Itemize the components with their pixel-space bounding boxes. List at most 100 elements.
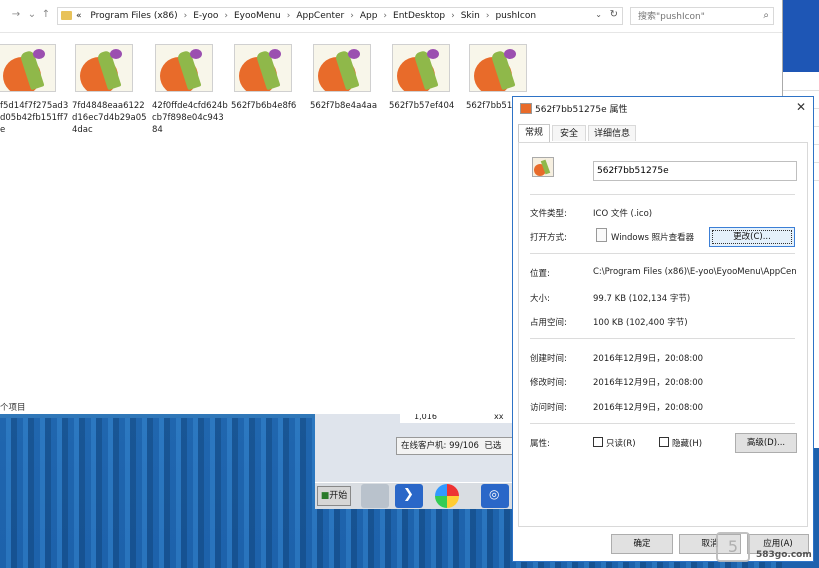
accessed-value: 2016年12月9日，20:08:00 bbox=[593, 403, 704, 413]
breadcrumb-item[interactable]: Program Files (x86) bbox=[90, 11, 177, 21]
file-name: 7fd4848eaa6122d16ec7d4b29a054dac bbox=[72, 101, 147, 135]
location-value: C:\Program Files (x86)\E-yoo\EyooMenu\Ap… bbox=[593, 267, 797, 277]
tab-general[interactable]: 常规 bbox=[518, 124, 550, 142]
disk-size-value: 100 KB (102,400 字节) bbox=[593, 318, 688, 328]
filename-field[interactable] bbox=[593, 161, 797, 181]
file-name: 562f7b57ef404 bbox=[389, 101, 455, 111]
refresh-icon[interactable]: ↻ bbox=[610, 9, 618, 20]
checkbox-box[interactable] bbox=[593, 437, 603, 447]
readonly-checkbox[interactable]: 只读(R) bbox=[593, 437, 636, 449]
status-item-count: 个项目 bbox=[0, 403, 26, 413]
breadcrumb-separator-icon[interactable]: › bbox=[383, 11, 387, 21]
address-dropdown-icon[interactable]: ⌄ bbox=[595, 10, 602, 19]
file-item[interactable]: 562f7b8e4a4aa bbox=[310, 44, 386, 112]
start-button[interactable]: ■开始 bbox=[317, 486, 351, 506]
file-item[interactable]: 42f0ffde4cfd624bcb7f898e04c94384 bbox=[152, 44, 228, 136]
ok-button[interactable]: 确定 bbox=[611, 534, 673, 554]
breadcrumb-separator-icon[interactable]: › bbox=[451, 11, 455, 21]
file-name: f5d14f7f275ad3d05b42fb151ff7e bbox=[0, 101, 69, 135]
file-item[interactable]: f5d14f7f275ad3d05b42fb151ff7e bbox=[0, 44, 71, 136]
breadcrumb-overflow[interactable]: « bbox=[76, 11, 82, 21]
breadcrumb-item[interactable]: App bbox=[360, 11, 378, 21]
ico-file-icon bbox=[520, 103, 532, 114]
watermark-text: 583go.com bbox=[756, 550, 812, 560]
start-icon: ■ bbox=[320, 491, 330, 501]
breadcrumb: « Program Files (x86) › E-yoo › EyooMenu › App… bbox=[76, 8, 536, 24]
site-watermark: 5 583go.com bbox=[716, 528, 816, 564]
breadcrumb-item[interactable]: Skin bbox=[461, 11, 480, 21]
accessed-label: 访问时间: bbox=[530, 403, 567, 413]
file-item[interactable]: 562f7b6b4e8f6 bbox=[231, 44, 307, 112]
divider bbox=[530, 253, 795, 254]
created-label: 创建时间: bbox=[530, 354, 567, 364]
breadcrumb-item[interactable]: EntDesktop bbox=[393, 11, 445, 21]
search-input[interactable] bbox=[636, 9, 760, 25]
breadcrumb-separator-icon[interactable]: › bbox=[287, 11, 291, 21]
back-icon[interactable]: → bbox=[10, 9, 22, 21]
address-bar[interactable]: « Program Files (x86) › E-yoo › EyooMenu › App… bbox=[57, 7, 623, 25]
dialog-title: 562f7bb51275e 属性 bbox=[535, 105, 628, 115]
file-thumbnail bbox=[469, 44, 527, 92]
hidden-checkbox[interactable]: 隐藏(H) bbox=[659, 437, 702, 449]
file-type-icon bbox=[532, 157, 554, 177]
file-type-value: ICO 文件 (.ico) bbox=[593, 209, 653, 219]
change-button[interactable]: 更改(C)... bbox=[709, 227, 795, 247]
size-value: 99.7 KB (102,134 字节) bbox=[593, 294, 691, 304]
created-value: 2016年12月9日，20:08:00 bbox=[593, 354, 704, 364]
file-name: 42f0ffde4cfd624bcb7f898e04c94384 bbox=[152, 101, 228, 135]
photo-viewer-icon bbox=[596, 228, 607, 242]
folder-icon bbox=[61, 11, 72, 20]
divider bbox=[530, 338, 795, 339]
tab-details[interactable]: 详细信息 bbox=[588, 125, 636, 141]
checkbox-box[interactable] bbox=[659, 437, 669, 447]
file-item[interactable]: 562f7b57ef404 bbox=[389, 44, 465, 112]
breadcrumb-separator-icon[interactable]: › bbox=[486, 11, 490, 21]
background-row bbox=[782, 72, 819, 91]
file-thumbnail bbox=[392, 44, 450, 92]
photo-gallery-icon[interactable] bbox=[435, 484, 459, 508]
online-clients-text: 在线客户机: 99/106 bbox=[401, 441, 479, 451]
up-icon[interactable]: ↑ bbox=[40, 9, 52, 21]
advanced-button[interactable]: 高级(D)... bbox=[735, 433, 797, 453]
file-item[interactable]: 7fd4848eaa6122d16ec7d4b29a054dac bbox=[72, 44, 148, 136]
readonly-label: 只读(R) bbox=[606, 439, 636, 449]
divider bbox=[530, 423, 795, 424]
file-thumbnail bbox=[313, 44, 371, 92]
file-type-label: 文件类型: bbox=[530, 209, 567, 219]
tab-security[interactable]: 安全 bbox=[552, 125, 586, 141]
general-tab-panel: 文件类型: ICO 文件 (.ico) 打开方式: Windows 照片查看器 … bbox=[518, 142, 808, 527]
network-computer-icon[interactable] bbox=[361, 484, 389, 508]
online-clients-status: 在线客户机: 99/106 已选 bbox=[396, 437, 516, 455]
close-icon[interactable]: ✕ bbox=[796, 100, 806, 114]
attributes-label: 属性: bbox=[530, 439, 550, 449]
file-thumbnail bbox=[234, 44, 292, 92]
powershell-icon[interactable]: ❯ bbox=[395, 484, 423, 508]
breadcrumb-separator-icon[interactable]: › bbox=[350, 11, 354, 21]
watermark-logo-icon: 5 bbox=[716, 532, 750, 562]
search-icon[interactable]: ⌕ bbox=[763, 10, 769, 21]
breadcrumb-item[interactable]: EyooMenu bbox=[234, 11, 281, 21]
breadcrumb-separator-icon[interactable]: › bbox=[224, 11, 228, 21]
file-thumbnail bbox=[0, 44, 56, 92]
search-box[interactable]: ⌕ bbox=[630, 7, 774, 25]
address-bar-area: → ⌄ ↑ « Program Files (x86) › E-yoo › EyooMe… bbox=[0, 0, 782, 33]
forward-dropdown-icon[interactable]: ⌄ bbox=[26, 9, 38, 21]
size-label: 大小: bbox=[530, 294, 550, 304]
location-label: 位置: bbox=[530, 269, 550, 279]
modified-label: 修改时间: bbox=[530, 378, 567, 388]
breadcrumb-item[interactable]: pushIcon bbox=[495, 11, 536, 21]
background-window-titlebar bbox=[782, 0, 819, 72]
breadcrumb-item[interactable]: AppCenter bbox=[296, 11, 344, 21]
file-name: 562f7b8e4a4aa bbox=[310, 101, 378, 111]
open-with-label: 打开方式: bbox=[530, 233, 567, 243]
properties-dialog: 562f7bb51275e 属性 ✕ 常规 安全 详细信息 文件类型: ICO … bbox=[512, 96, 814, 562]
start-label: 开始 bbox=[329, 491, 348, 501]
taskbar: ■开始 ❯ ◎ bbox=[315, 482, 515, 509]
file-thumbnail bbox=[155, 44, 213, 92]
open-with-value: Windows 照片查看器 bbox=[611, 233, 695, 243]
dialog-titlebar[interactable]: 562f7bb51275e 属性 ✕ bbox=[513, 97, 813, 119]
wireless-icon[interactable]: ◎ bbox=[481, 484, 509, 508]
breadcrumb-separator-icon[interactable]: › bbox=[184, 11, 188, 21]
breadcrumb-item[interactable]: E-yoo bbox=[193, 11, 218, 21]
file-name: 562f7b6b4e8f6 bbox=[231, 101, 297, 111]
